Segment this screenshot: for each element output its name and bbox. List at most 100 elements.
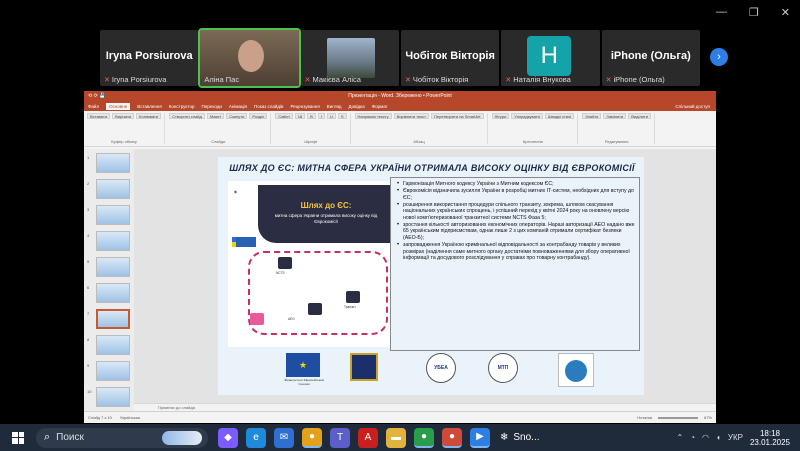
wifi-icon[interactable]: ◠ xyxy=(702,433,709,442)
zoom-slider[interactable] xyxy=(657,416,698,419)
tab-design[interactable]: Конструктор xyxy=(169,104,195,109)
italic-button[interactable]: I xyxy=(317,113,325,119)
network-icon[interactable]: ◔ xyxy=(690,433,695,442)
slide-thumbnail[interactable] xyxy=(96,361,130,381)
slide-thumbnail[interactable] xyxy=(96,153,130,173)
slide-thumbnail[interactable] xyxy=(96,283,130,303)
replace-button[interactable]: Замінити xyxy=(603,113,627,119)
share-button[interactable]: Спільний доступ xyxy=(675,104,710,109)
participant-tile[interactable]: Iryna Porsiurova ✕ Iryna Porsiurova xyxy=(100,30,199,86)
chrome-icon[interactable]: ● xyxy=(302,427,322,448)
pin-icon xyxy=(250,313,264,325)
tab-format[interactable]: Формат xyxy=(372,104,388,109)
ppt-title-bar: ⟲ ⟳ 💾 Презентація - Word. Збережено • Po… xyxy=(84,91,716,101)
new-slide-button[interactable]: Створити слайд xyxy=(169,113,205,119)
mail-icon[interactable]: ✉ xyxy=(274,427,294,448)
mic-muted-icon: ✕ xyxy=(304,76,311,84)
minimize-button[interactable]: — xyxy=(716,6,727,19)
volume-icon[interactable]: ◖ xyxy=(716,433,721,442)
chevron-right-icon[interactable]: › xyxy=(710,48,728,66)
tab-animations[interactable]: Анімація xyxy=(229,104,247,109)
slide-thumbnail[interactable] xyxy=(96,387,130,407)
windows-start-icon[interactable] xyxy=(12,431,24,444)
bold-button[interactable]: B xyxy=(307,113,316,119)
language-indicator[interactable]: УКР xyxy=(728,433,743,442)
shapes-button[interactable]: Фігури xyxy=(491,113,510,119)
ribbon-group-paragraph: Напрямок тексту Вирівняти текст Перетворит… xyxy=(354,113,488,144)
files-icon[interactable]: ▬ xyxy=(386,427,406,448)
participant-tile[interactable]: Чобіток Вікторія ✕ Чобіток Вікторія xyxy=(400,30,500,86)
tab-review[interactable]: Рецензування xyxy=(290,104,319,109)
slide-thumbnail[interactable] xyxy=(96,257,130,277)
cut-button[interactable]: Вирізати xyxy=(112,113,135,119)
slide-thumbnail[interactable] xyxy=(96,335,130,355)
notes-pane[interactable]: Примітки до слайда xyxy=(134,403,716,411)
teams-icon[interactable]: T xyxy=(330,427,350,448)
tab-transitions[interactable]: Переходи xyxy=(201,104,221,109)
shared-screen-powerpoint: ⟲ ⟳ 💾 Презентація - Word. Збережено • Po… xyxy=(84,91,716,423)
tab-help[interactable]: Довідка xyxy=(349,104,365,109)
tab-slideshow[interactable]: Показ слайдів xyxy=(254,104,283,109)
strikethrough-button[interactable]: S xyxy=(337,113,347,119)
quick-access-toolbar[interactable]: ⟲ ⟳ 💾 xyxy=(88,93,105,99)
chevron-up-icon[interactable]: ⌃ xyxy=(677,433,684,442)
arrange-button[interactable]: Упорядкувати xyxy=(511,113,543,119)
slide-thumbnail[interactable] xyxy=(96,231,130,251)
system-tray: ⌃ ◔ ◠ ◖ УКР 18:18 23.01.2025 xyxy=(677,429,800,447)
bullet-textbox[interactable]: Гармонізація Митного кодексу України з М… xyxy=(396,181,636,347)
participant-label: ✕ iPhone (Ольга) xyxy=(605,75,665,84)
search-box[interactable]: ⌕ Поиск xyxy=(36,427,208,448)
weather-widget[interactable]: ❄ Sno... xyxy=(500,432,540,443)
text-direction-button[interactable]: Напрямок тексту xyxy=(354,113,392,119)
copy-button[interactable]: Копіювати xyxy=(136,113,162,119)
copilot-icon[interactable]: ◆ xyxy=(218,427,238,448)
quick-styles-button[interactable]: Швидкі стилі xyxy=(544,113,575,119)
align-text-button[interactable]: Вирівняти текст xyxy=(393,113,429,119)
participant-tile[interactable]: ✕ Макієва Аліса xyxy=(300,30,399,86)
language-indicator[interactable]: Українська xyxy=(120,415,140,420)
ncts-icon xyxy=(278,257,292,269)
chrome3-icon[interactable]: ● xyxy=(442,427,462,448)
participant-video xyxy=(326,38,375,78)
smartart-button[interactable]: Перетворити на SmartArt xyxy=(431,113,484,119)
slide-thumbnail-selected[interactable] xyxy=(96,309,130,329)
font-size-select[interactable]: 18 xyxy=(294,113,306,119)
chrome2-icon[interactable]: ● xyxy=(414,427,434,448)
clock[interactable]: 18:18 23.01.2025 xyxy=(750,429,790,447)
restore-button[interactable]: ❐ xyxy=(749,6,759,19)
slide-thumbnail[interactable] xyxy=(96,205,130,225)
mic-muted-icon: ✕ xyxy=(505,76,512,84)
participant-tile-active[interactable]: Аліна Пас xyxy=(198,28,301,88)
select-button[interactable]: Виділити xyxy=(628,113,651,119)
paste-button[interactable]: Вставити xyxy=(87,113,111,119)
slide-title[interactable]: ШЛЯХ ДО ЄС: МИТНА СФЕРА УКРАЇНИ ОТРИМАЛА… xyxy=(228,163,636,173)
document-icon xyxy=(308,303,322,315)
zoom-icon[interactable]: ▶ xyxy=(470,427,490,448)
find-button[interactable]: Знайти xyxy=(582,113,602,119)
reset-button[interactable]: Скинути xyxy=(226,113,248,119)
underline-button[interactable]: U xyxy=(326,113,336,119)
bullet-item: зростання кількості авторизованих економ… xyxy=(396,222,636,242)
bullet-item: запровадження Україною кримінальної відп… xyxy=(396,242,636,262)
zoom-level[interactable]: 67% xyxy=(704,415,712,420)
section-button[interactable]: Розділ xyxy=(249,113,268,119)
search-icon: ⌕ xyxy=(44,431,51,443)
tab-insert[interactable]: Вставлення xyxy=(137,104,162,109)
edge-icon[interactable]: e xyxy=(246,427,266,448)
tab-view[interactable]: Вигляд xyxy=(327,104,342,109)
current-slide[interactable]: ШЛЯХ ДО ЄС: МИТНА СФЕРА УКРАЇНИ ОТРИМАЛА… xyxy=(218,157,644,395)
notes-toggle[interactable]: Нотатки xyxy=(637,415,652,420)
infographic-image[interactable]: ◈ Шлях до ЄС: митна сфера України отрима… xyxy=(228,181,390,347)
layout-button[interactable]: Макет xyxy=(206,113,225,119)
font-family-select[interactable]: Calibri xyxy=(275,113,293,119)
tab-file[interactable]: Файл xyxy=(88,104,99,109)
bullet-item: Єврокомісія відзначила зусилля України в… xyxy=(396,188,636,201)
slide-thumbnail[interactable] xyxy=(96,179,130,199)
participant-tile[interactable]: iPhone (Ольга) ✕ iPhone (Ольга) xyxy=(601,30,700,86)
time: 18:18 xyxy=(759,428,780,438)
tab-home[interactable]: Основне xyxy=(106,102,131,110)
participant-tile[interactable]: H ✕ Наталія Внукова xyxy=(501,30,600,86)
bullet-item: Гармонізація Митного кодексу України з М… xyxy=(396,181,636,188)
acrobat-icon[interactable]: A xyxy=(358,427,378,448)
close-button[interactable]: ✕ xyxy=(781,6,790,19)
